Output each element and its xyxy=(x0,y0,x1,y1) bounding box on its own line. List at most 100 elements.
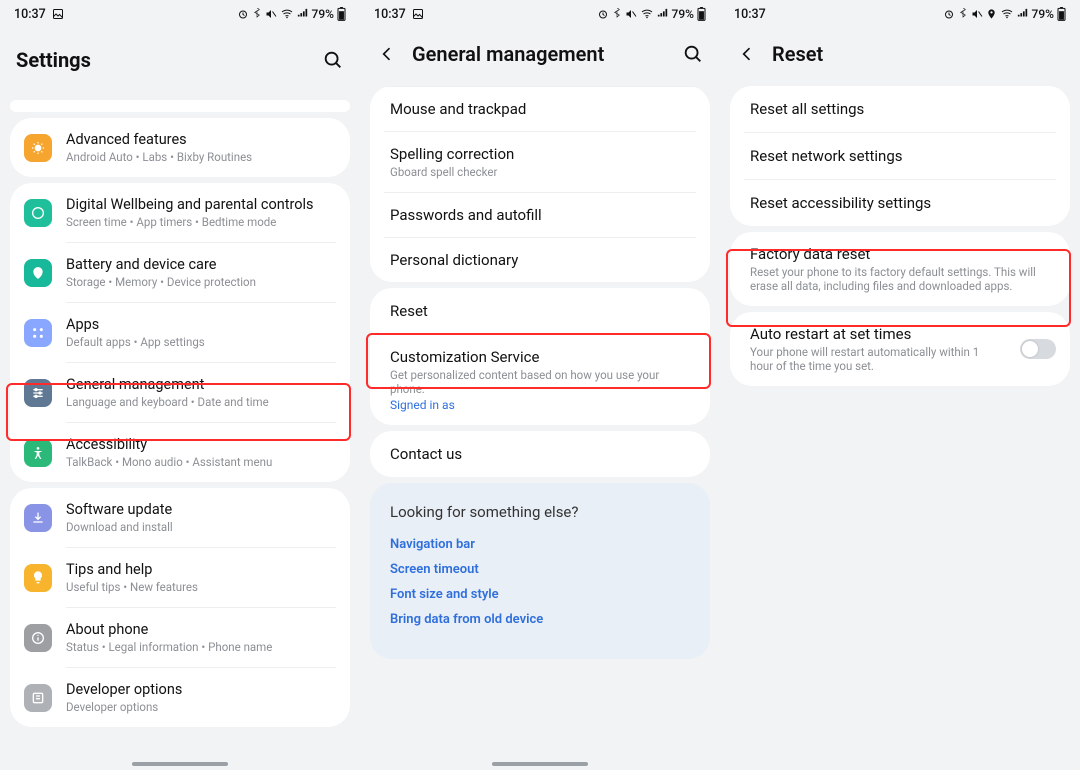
row-apps[interactable]: AppsDefault apps • App settings xyxy=(10,303,350,362)
row-reset-accessibility[interactable]: Reset accessibility settings xyxy=(730,180,1070,226)
search-icon[interactable] xyxy=(322,49,344,71)
row-title: Software update xyxy=(66,501,336,518)
card-advanced-features: Advanced featuresAndroid Auto • Labs • B… xyxy=(10,118,350,177)
card-stub xyxy=(10,100,350,112)
row-tips[interactable]: Tips and help Useful tips • New features xyxy=(10,548,350,607)
row-sub: Developer options xyxy=(66,700,336,714)
row-title: Auto restart at set times xyxy=(750,325,998,343)
row-auto-restart[interactable]: Auto restart at set times Your phone wil… xyxy=(730,312,1070,386)
row-title: Apps xyxy=(66,316,336,333)
screen-general-management: 10:37 79% General management Mouse and t… xyxy=(360,0,720,770)
row-title: Accessibility xyxy=(66,436,336,453)
row-sub: Download and install xyxy=(66,520,336,534)
link-navigation-bar[interactable]: Navigation bar xyxy=(390,537,690,552)
row-title: Advanced features xyxy=(66,131,336,148)
mute-icon xyxy=(971,8,983,20)
location-icon xyxy=(986,8,997,20)
row-customization-service[interactable]: Customization Service Get personalized c… xyxy=(370,335,710,425)
mute-icon xyxy=(265,8,277,20)
row-reset-network[interactable]: Reset network settings xyxy=(730,133,1070,179)
card-reset-options: Reset all settings Reset network setting… xyxy=(730,86,1070,226)
row-advanced-features[interactable]: Advanced featuresAndroid Auto • Labs • B… xyxy=(10,118,350,177)
wifi-icon xyxy=(280,8,294,20)
looking-prompt: Looking for something else? xyxy=(390,503,690,521)
back-icon[interactable] xyxy=(376,43,398,65)
status-battery: 79% xyxy=(672,7,694,21)
row-dictionary[interactable]: Personal dictionary xyxy=(370,238,710,282)
card-auto-restart: Auto restart at set times Your phone wil… xyxy=(730,312,1070,386)
row-title: Factory data reset xyxy=(750,245,1056,263)
row-sub: Your phone will restart automatically wi… xyxy=(750,345,998,373)
row-title: Digital Wellbeing and parental controls xyxy=(66,196,336,213)
row-title: Reset network settings xyxy=(750,147,1056,165)
status-battery: 79% xyxy=(312,7,334,21)
row-title: Personal dictionary xyxy=(390,251,696,269)
status-time: 10:37 xyxy=(14,7,46,22)
wellbeing-icon xyxy=(24,199,52,227)
row-title: Reset all settings xyxy=(750,100,1056,118)
bluetooth-icon xyxy=(958,8,968,20)
link-font-size[interactable]: Font size and style xyxy=(390,587,690,602)
link-bring-data[interactable]: Bring data from old device xyxy=(390,612,690,627)
row-accessibility[interactable]: Accessibility TalkBack • Mono audio • Ass… xyxy=(10,423,350,482)
row-software-update[interactable]: Software update Download and install xyxy=(10,488,350,547)
row-spelling[interactable]: Spelling correctionGboard spell checker xyxy=(370,132,710,192)
status-time: 10:37 xyxy=(734,7,766,22)
reset-list: Reset all settings Reset network setting… xyxy=(720,86,1080,386)
row-title: Developer options xyxy=(66,681,336,698)
auto-restart-toggle[interactable] xyxy=(1020,339,1056,359)
battery-icon xyxy=(337,7,346,21)
link-screen-timeout[interactable]: Screen timeout xyxy=(390,562,690,577)
status-bar: 10:37 79% xyxy=(0,0,360,28)
row-title: General management xyxy=(66,376,336,393)
status-bar: 10:37 79% xyxy=(360,0,720,28)
gm-list: Mouse and trackpad Spelling correctionGb… xyxy=(360,86,720,659)
row-general-management[interactable]: General management Language and keyboard … xyxy=(10,363,350,422)
status-time: 10:37 xyxy=(374,7,406,22)
card-factory-reset: Factory data reset Reset your phone to i… xyxy=(730,232,1070,306)
back-icon[interactable] xyxy=(736,43,758,65)
row-about-phone[interactable]: About phoneStatus • Legal information • … xyxy=(10,608,350,667)
signed-in-link: Signed in as xyxy=(390,398,696,412)
row-digital-wellbeing[interactable]: Digital Wellbeing and parental controls S… xyxy=(10,183,350,242)
row-sub: Gboard spell checker xyxy=(390,165,696,179)
card-input-group: Mouse and trackpad Spelling correctionGb… xyxy=(370,86,710,282)
status-battery: 79% xyxy=(1032,7,1054,21)
row-sub: Screen time • App timers • Bedtime mode xyxy=(66,215,336,229)
row-title: Mouse and trackpad xyxy=(390,100,696,118)
row-factory-reset[interactable]: Factory data reset Reset your phone to i… xyxy=(730,232,1070,306)
row-reset[interactable]: Reset xyxy=(370,288,710,334)
row-sub: Reset your phone to its factory default … xyxy=(750,265,1056,293)
card-device-group: Digital Wellbeing and parental controls S… xyxy=(10,183,350,482)
nav-handle[interactable] xyxy=(492,762,588,766)
bluetooth-icon xyxy=(612,8,622,20)
row-battery-care[interactable]: Battery and device careStorage • Memory … xyxy=(10,243,350,302)
row-mouse-trackpad[interactable]: Mouse and trackpad xyxy=(370,87,710,131)
row-developer-options[interactable]: Developer options Developer options xyxy=(10,668,350,727)
row-sub: Storage • Memory • Device protection xyxy=(66,275,336,289)
header: General management xyxy=(360,28,720,80)
row-sub: Useful tips • New features xyxy=(66,580,336,594)
alarm-icon xyxy=(237,8,249,20)
row-contact-us[interactable]: Contact us xyxy=(370,431,710,477)
page-title: Settings xyxy=(16,48,308,72)
nav-handle[interactable] xyxy=(132,762,228,766)
alarm-icon xyxy=(597,8,609,20)
apps-icon xyxy=(24,319,52,347)
row-title: Tips and help xyxy=(66,561,336,578)
update-icon xyxy=(24,504,52,532)
row-title: Reset xyxy=(390,302,696,320)
header: Reset xyxy=(720,28,1080,80)
accessibility-icon xyxy=(24,439,52,467)
search-icon[interactable] xyxy=(682,43,704,65)
status-bar: 10:37 79% xyxy=(720,0,1080,28)
header: Settings xyxy=(0,28,360,94)
row-sub: Language and keyboard • Date and time xyxy=(66,395,336,409)
row-passwords[interactable]: Passwords and autofill xyxy=(370,193,710,237)
row-sub: TalkBack • Mono audio • Assistant menu xyxy=(66,455,336,469)
row-sub: Status • Legal information • Phone name xyxy=(66,640,336,654)
alarm-icon xyxy=(943,8,955,20)
row-reset-all[interactable]: Reset all settings xyxy=(730,86,1070,132)
picture-icon xyxy=(412,8,424,20)
card-reset-group: Reset Customization Service Get personal… xyxy=(370,288,710,425)
